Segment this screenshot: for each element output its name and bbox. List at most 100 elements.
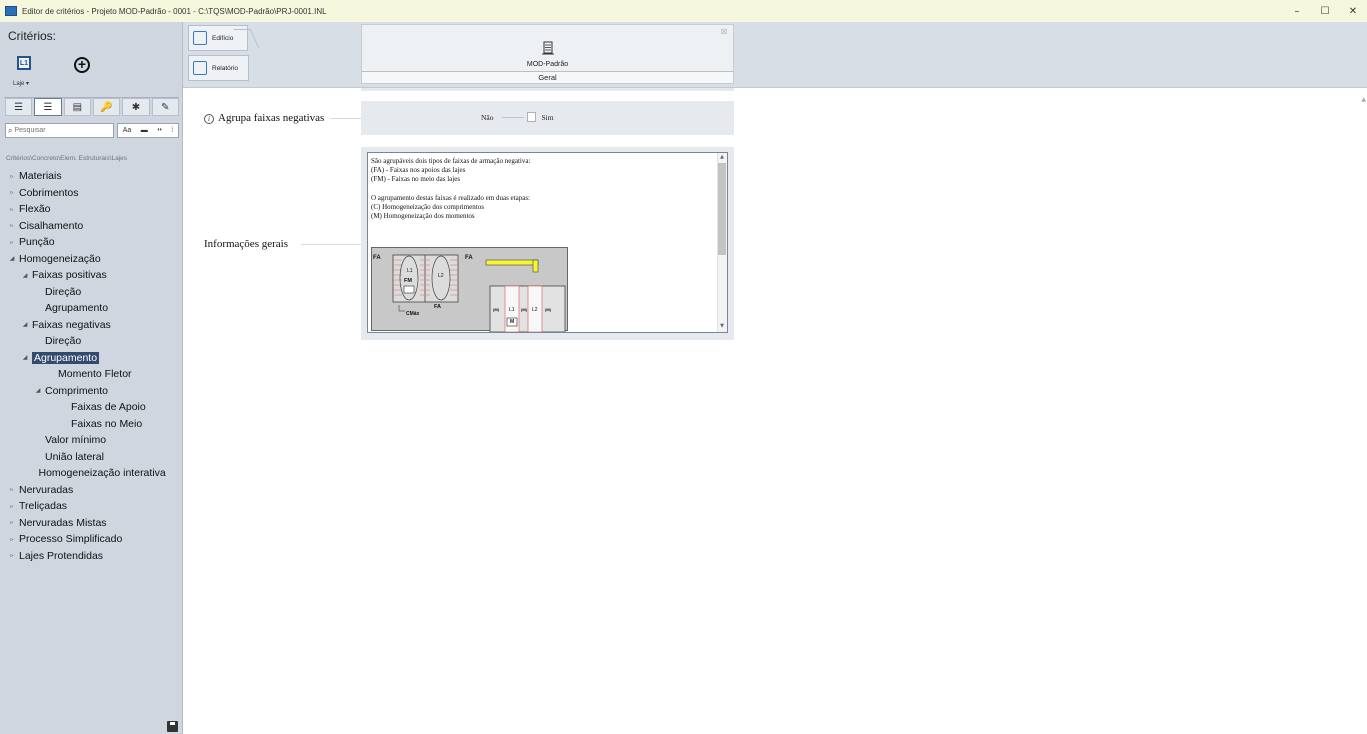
expanded-arrow-icon[interactable]: ◢ <box>21 354 29 361</box>
app-icon <box>5 6 17 16</box>
maximize-button[interactable]: ☐ <box>1311 0 1339 22</box>
collapsed-arrow-icon[interactable]: ▹ <box>8 519 16 526</box>
tree-item[interactable]: União lateral <box>0 449 183 466</box>
add-button[interactable]: + <box>74 57 90 73</box>
info-panel: São agrupáveis dois tipos de faixas de a… <box>361 147 734 340</box>
tree-item[interactable]: ▹ Nervuradas <box>0 482 183 499</box>
laje-dropdown[interactable]: Laje ▾ <box>13 80 29 87</box>
collapsed-arrow-icon[interactable]: ▹ <box>8 239 16 246</box>
expanded-arrow-icon[interactable]: ◢ <box>8 255 16 262</box>
view-toolbar: ☰ ☰ ▤ 🔑 ✱ ✎ <box>5 98 179 118</box>
tree-item-label: Treliçadas <box>19 500 68 513</box>
tree-item[interactable]: Momento Fletor <box>0 366 183 383</box>
slab-diagram: FA FA L1 L2 FM FA CMáx (M) L1 (M) L2 (M)… <box>371 247 568 332</box>
tree-item-label: Comprimento <box>45 384 109 397</box>
model-name: MOD-Padrão <box>526 61 569 68</box>
tree-item-label: Momento Fletor <box>58 368 132 381</box>
tree-item[interactable]: Faixas no Meio <box>0 416 183 433</box>
agrupa-toggle[interactable]: Não Sim <box>481 112 554 122</box>
asterisk-icon[interactable]: ✱ <box>122 98 150 116</box>
minimize-button[interactable]: – <box>1283 0 1311 22</box>
collapsed-arrow-icon[interactable]: ▹ <box>8 189 16 196</box>
tree-item[interactable]: Homogeneização interativa <box>0 465 183 482</box>
tree-item[interactable]: ▹ Punção <box>0 234 183 251</box>
tree-item-label: Cisalhamento <box>19 219 84 232</box>
collapsed-arrow-icon[interactable]: ▹ <box>8 536 16 543</box>
close-card-icon[interactable]: ☒ <box>721 28 727 36</box>
collapsed-arrow-icon[interactable]: ▹ <box>8 552 16 559</box>
tree-item[interactable]: Faixas de Apoio <box>0 399 183 416</box>
laje-icon[interactable]: L1 <box>17 56 31 70</box>
tab-geral[interactable]: Geral <box>362 71 733 83</box>
collapsed-arrow-icon[interactable]: ▹ <box>8 222 16 229</box>
window-title: Editor de critérios - Projeto MOD-Padrão… <box>22 6 327 16</box>
info-textbox[interactable]: São agrupáveis dois tipos de faixas de a… <box>367 152 728 333</box>
tree-item[interactable]: ▹ Materiais <box>0 168 183 185</box>
tree-item[interactable]: ◢ Faixas negativas <box>0 317 183 334</box>
tree-item[interactable]: Direção <box>0 333 183 350</box>
collapsed-arrow-icon[interactable]: ▹ <box>8 206 16 213</box>
criteria-tree: ▹ Materiais ▹ Cobrimentos ▹ Flexão ▹ Cisalhamen… <box>0 168 183 564</box>
close-button[interactable]: ✕ <box>1339 0 1367 22</box>
expanded-arrow-icon[interactable]: ◢ <box>21 272 29 279</box>
model-card[interactable]: ☒ MOD-Padrão Geral <box>361 24 734 84</box>
grid-view-icon[interactable]: ▤ <box>63 98 91 116</box>
report-icon <box>193 61 207 75</box>
tree-item[interactable]: ◢ Faixas positivas <box>0 267 183 284</box>
expanded-arrow-icon[interactable]: ◢ <box>21 321 29 328</box>
agrupa-label: Agrupa faixas negativas <box>218 112 325 124</box>
title-bar: Editor de critérios - Projeto MOD-Padrão… <box>0 0 1367 22</box>
expanded-arrow-icon[interactable]: ◢ <box>34 387 42 394</box>
toggle-checkbox[interactable] <box>526 112 536 122</box>
tree-item[interactable]: ◢ Agrupamento <box>0 350 183 367</box>
relatorio-button[interactable]: Relatório <box>188 55 249 81</box>
search-input[interactable] <box>14 127 111 134</box>
tree-item-label: Nervuradas Mistas <box>19 516 107 529</box>
tree-item[interactable]: ▹ Processo Simplificado <box>0 531 183 548</box>
collapsed-arrow-icon[interactable]: ▹ <box>8 173 16 180</box>
window-controls: – ☐ ✕ <box>1283 0 1367 22</box>
detail-view-icon[interactable]: ☰ <box>34 98 62 116</box>
whole-word-icon[interactable]: ▬ <box>141 127 148 134</box>
tree-item-label: Agrupamento <box>32 351 100 364</box>
tree-item[interactable]: ▹ Treliçadas <box>0 498 183 515</box>
tree-item[interactable]: ◢ Homogeneização <box>0 251 183 268</box>
tree-item[interactable]: ▹ Cobrimentos <box>0 185 183 202</box>
quote-icon[interactable]: ❛❛ <box>157 127 162 135</box>
tree-item[interactable]: Valor mínimo <box>0 432 183 449</box>
match-case-icon[interactable]: Aa <box>123 127 132 134</box>
tree-item[interactable]: ◢ Comprimento <box>0 383 183 400</box>
search-icon: ⌕ <box>8 125 13 135</box>
tree-item[interactable]: ▹ Lajes Protendidas <box>0 548 183 565</box>
info-scrollbar[interactable]: ▲ ▼ <box>717 153 727 332</box>
collapsed-arrow-icon[interactable]: ▹ <box>8 503 16 510</box>
toggle-no-label: Não <box>481 112 494 122</box>
info-icon[interactable]: i <box>204 114 214 124</box>
scroll-up-icon[interactable]: ▲ <box>1361 96 1366 103</box>
main-scrollbar[interactable]: ▲ <box>1359 88 1367 734</box>
tree-item[interactable]: Agrupamento <box>0 300 183 317</box>
more-options-icon[interactable]: ⁞ <box>171 127 173 134</box>
tree-item-label: Direção <box>45 335 82 348</box>
edificio-button[interactable]: Edifício <box>188 25 248 51</box>
l2-label: L2 <box>438 273 444 279</box>
tree-item[interactable]: ▹ Nervuradas Mistas <box>0 515 183 532</box>
scroll-thumb[interactable] <box>718 163 726 255</box>
tree-item[interactable]: ▹ Cisalhamento <box>0 218 183 235</box>
tree-item-label: Processo Simplificado <box>19 533 123 546</box>
agrupa-row-label: i Agrupa faixas negativas <box>204 112 324 124</box>
tree-item-label: União lateral <box>45 450 104 463</box>
list-view-icon[interactable]: ☰ <box>5 98 33 116</box>
tree-item-label: Faixas negativas <box>32 318 111 331</box>
scroll-down-icon[interactable]: ▼ <box>718 323 726 331</box>
tree-item-label: Materiais <box>19 170 62 183</box>
pencil-icon[interactable]: ✎ <box>151 98 179 116</box>
tree-item[interactable]: Direção <box>0 284 183 301</box>
key-icon[interactable]: 🔑 <box>92 98 121 116</box>
scroll-up-icon[interactable]: ▲ <box>718 154 726 162</box>
collapsed-arrow-icon[interactable]: ▹ <box>8 486 16 493</box>
toggle-track <box>501 116 524 118</box>
save-icon[interactable] <box>167 721 178 732</box>
tree-item[interactable]: ▹ Flexão <box>0 201 183 218</box>
agrupa-toggle-panel: Não Sim <box>361 101 734 135</box>
